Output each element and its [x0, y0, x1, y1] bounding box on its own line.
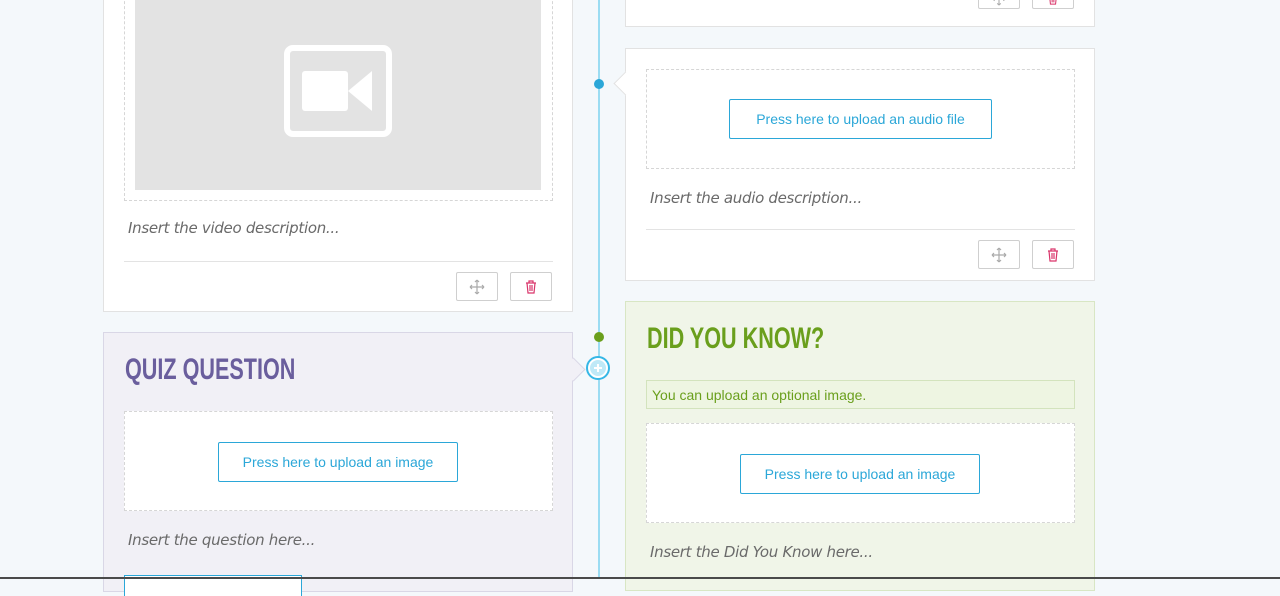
quiz-question-card: QUIZ QUESTION Press here to upload an im… [103, 332, 586, 596]
move-button[interactable] [978, 0, 1020, 9]
hint-text: You can upload an optional image. [652, 387, 867, 403]
did-you-know-card: DID YOU KNOW? You can upload an optional… [625, 301, 1095, 591]
quiz-question-title: QUIZ QUESTION [125, 353, 296, 386]
upload-image-button[interactable]: Press here to upload an image [218, 442, 458, 482]
move-button[interactable] [978, 240, 1020, 269]
delete-button[interactable] [1032, 0, 1074, 9]
video-description-input[interactable]: Insert the video description... [128, 219, 340, 237]
previous-card [625, 0, 1095, 27]
did-you-know-input[interactable]: Insert the Did You Know here... [650, 543, 873, 561]
card-pointer [561, 357, 586, 382]
delete-button[interactable] [510, 272, 552, 301]
audio-description-input[interactable]: Insert the audio description... [650, 189, 862, 207]
quiz-image-upload-zone[interactable]: Press here to upload an image [124, 411, 553, 511]
move-icon [469, 279, 485, 294]
timeline-dot-audio [594, 79, 604, 89]
video-camera-icon [284, 45, 392, 137]
audio-card: Press here to upload an audio file Inser… [613, 48, 1095, 281]
timeline-add-button[interactable] [586, 356, 610, 380]
dyk-image-upload-zone[interactable]: Press here to upload an image [646, 423, 1075, 523]
upload-audio-button[interactable]: Press here to upload an audio file [729, 99, 992, 139]
audio-upload-zone[interactable]: Press here to upload an audio file [646, 69, 1075, 169]
optional-image-hint: You can upload an optional image. [646, 380, 1075, 409]
video-placeholder[interactable] [135, 0, 541, 190]
trash-icon [1048, 247, 1058, 262]
divider [124, 261, 553, 262]
question-input[interactable]: Insert the question here... [128, 531, 315, 549]
upload-image-button[interactable]: Press here to upload an image [740, 454, 980, 494]
video-card: Insert the video description... [103, 0, 573, 312]
timeline-dot-did-you-know [594, 332, 604, 342]
divider [646, 229, 1075, 230]
video-upload-zone[interactable] [124, 0, 553, 201]
move-icon [991, 247, 1007, 262]
delete-button[interactable] [1032, 240, 1074, 269]
trash-icon [526, 279, 536, 294]
move-icon [993, 0, 1005, 5]
trash-icon [1049, 0, 1057, 5]
plus-icon [590, 360, 606, 376]
card-pointer [613, 71, 638, 96]
did-you-know-title: DID YOU KNOW? [647, 322, 825, 355]
move-button[interactable] [456, 272, 498, 301]
